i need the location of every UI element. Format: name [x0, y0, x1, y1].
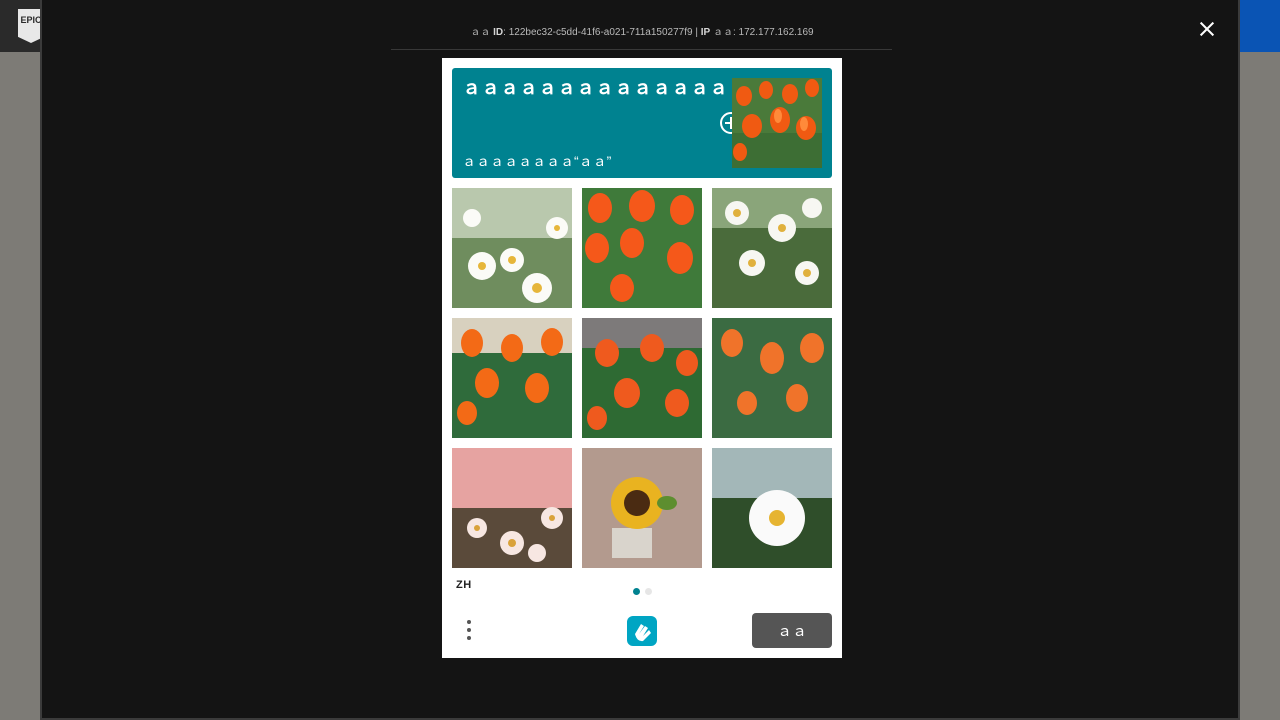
example-image[interactable]: [732, 78, 822, 168]
daisies-image: [452, 188, 572, 308]
tulips-image: [582, 318, 702, 438]
skip-button[interactable]: ａａ: [752, 613, 832, 648]
ray-separator: |: [695, 27, 698, 38]
menu-icon[interactable]: [462, 618, 478, 644]
tulip-example-graphic: [732, 78, 822, 168]
page-dot-active: [633, 588, 640, 595]
hcaptcha-challenge: ａａａａａａａａａａａａａａ ａａａａａａａａ“ａａ” ZH ａａ: [442, 58, 842, 658]
challenge-prompt: ａａａａａａａａａａａａａａ ａａａａａａａａ“ａａ”: [452, 68, 832, 178]
image-tile-8[interactable]: [582, 448, 702, 568]
image-tile-3[interactable]: [712, 188, 832, 308]
daisy-image: [712, 448, 832, 568]
image-tile-2[interactable]: [582, 188, 702, 308]
image-tile-9[interactable]: [712, 448, 832, 568]
image-tile-5[interactable]: [582, 318, 702, 438]
ray-id-prefix: ａａ: [470, 27, 491, 38]
close-icon[interactable]: [1192, 14, 1222, 44]
tulips-image: [582, 188, 702, 308]
ip-label: IP: [700, 27, 711, 38]
page-dot: [645, 588, 652, 595]
ray-id-value: 122bec32-c5dd-41f6-a021-711a150277f9: [508, 27, 693, 38]
pink-daisies-image: [452, 448, 572, 568]
image-tile-6[interactable]: [712, 318, 832, 438]
tulips-image: [452, 318, 572, 438]
challenge-title: ａａａａａａａａａａａａａａ: [462, 78, 729, 99]
language-selector[interactable]: ZH: [456, 579, 472, 591]
top-bar-accent: [1236, 0, 1280, 52]
daisies-image: [712, 188, 832, 308]
image-tile-1[interactable]: [452, 188, 572, 308]
challenge-subtitle: ａａａａａａａａ“ａａ”: [462, 153, 612, 169]
divider: [391, 49, 892, 50]
ray-id-info: ａａ ID: 122bec32-c5dd-41f6-a021-711a15027…: [470, 27, 814, 38]
sunflower-image: [582, 448, 702, 568]
ray-id-label: ID: [493, 27, 504, 38]
tulips-image: [712, 318, 832, 438]
image-tile-7[interactable]: [452, 448, 572, 568]
ip-value: 172.177.162.169: [738, 27, 814, 38]
hcaptcha-logo-icon[interactable]: [625, 614, 659, 648]
image-tile-4[interactable]: [452, 318, 572, 438]
captcha-overlay: ａａ ID: 122bec32-c5dd-41f6-a021-711a15027…: [40, 0, 1240, 720]
ip-label-suffix: ａａ: [712, 27, 733, 38]
